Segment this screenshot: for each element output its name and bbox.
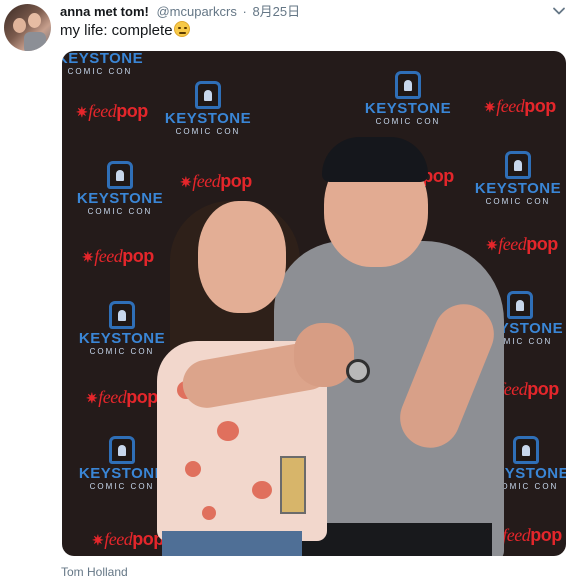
keystone-bell-icon xyxy=(107,161,133,189)
keystone-bell-icon xyxy=(513,436,539,464)
reedpop-logo: ✷feedpop xyxy=(92,529,164,550)
display-name[interactable]: anna met tom! xyxy=(60,4,149,19)
reedpop-pop-text: pop xyxy=(527,379,559,399)
comic-con-subtitle: COMIC CON xyxy=(89,347,155,356)
reedpop-feed-text: feed xyxy=(98,387,127,407)
keystone-comic-con-logo: KEYSTONECOMIC CON xyxy=(162,81,254,137)
tweet-text-body: my life: complete xyxy=(60,22,173,39)
reedpop-logo: ✷feedpop xyxy=(76,101,148,122)
keystone-wordmark: KEYSTONE xyxy=(164,110,252,127)
relieved-face-emoji-icon xyxy=(173,21,190,37)
keystone-comic-con-logo: KEYSTONECOMIC CON xyxy=(76,301,168,357)
reedpop-star-icon: ✷ xyxy=(92,532,104,548)
reedpop-feed-text: feed xyxy=(192,171,221,191)
tweet-date[interactable]: 8月25日 xyxy=(252,4,300,19)
reedpop-star-icon: ✷ xyxy=(486,237,498,253)
reedpop-star-icon: ✷ xyxy=(76,104,88,120)
tweet-header: anna met tom! @mcuparkcrs · 8月25日 xyxy=(60,3,583,21)
comic-con-subtitle: COMIC CON xyxy=(89,482,155,491)
keystone-wordmark: KEYSTONE xyxy=(76,190,164,207)
comic-con-subtitle: COMIC CON xyxy=(375,117,441,126)
reedpop-feed-text: feed xyxy=(94,246,123,266)
tweet-text: my life: complete xyxy=(60,21,190,41)
avatar[interactable] xyxy=(4,4,51,51)
floral-pattern xyxy=(252,481,272,499)
reedpop-feed-text: feed xyxy=(496,96,525,116)
reedpop-logo: ✷feedpop xyxy=(484,96,556,117)
keystone-bell-icon xyxy=(195,81,221,109)
keystone-comic-con-logo: KEYSTONECOMIC CON xyxy=(76,436,168,492)
user-handle[interactable]: @mcuparkcrs xyxy=(156,4,236,19)
lanyard-badge xyxy=(280,456,306,514)
reedpop-pop-text: pop xyxy=(122,246,154,266)
separator-dot: · xyxy=(242,4,247,19)
tagged-user-link[interactable]: Tom Holland xyxy=(61,565,128,579)
tweet-photo[interactable]: KEYSTONE COMIC CON KEYSTONE COMIC CON KEYSTO… xyxy=(62,51,566,556)
reedpop-pop-text: pop xyxy=(116,101,148,121)
keystone-comic-con-logo: KEYSTONECOMIC CON xyxy=(62,51,146,77)
man-pants xyxy=(302,523,492,556)
woman-face xyxy=(198,201,286,313)
keystone-bell-icon xyxy=(109,301,135,329)
keystone-bell-icon xyxy=(109,436,135,464)
reedpop-feed-text: feed xyxy=(498,234,527,254)
keystone-bell-icon xyxy=(507,291,533,319)
floral-pattern xyxy=(217,421,239,441)
comic-con-subtitle: COMIC CON xyxy=(87,207,153,216)
reedpop-feed-text: feed xyxy=(502,525,531,545)
reedpop-logo: ✷feedpop xyxy=(180,171,252,192)
man-black-cap xyxy=(322,137,428,182)
comic-con-subtitle: COMIC CON xyxy=(485,197,551,206)
keystone-wordmark: KEYSTONE xyxy=(474,180,562,197)
reedpop-logo: ✷feedpop xyxy=(86,387,158,408)
avatar-shirt xyxy=(24,32,46,51)
reedpop-star-icon: ✷ xyxy=(484,99,496,115)
keystone-comic-con-logo: KEYSTONECOMIC CON xyxy=(472,151,564,207)
reedpop-star-icon: ✷ xyxy=(86,390,98,406)
reedpop-feed-text: feed xyxy=(88,101,117,121)
keystone-wordmark: KEYSTONE xyxy=(78,465,166,482)
floral-pattern xyxy=(202,506,216,520)
reedpop-star-icon: ✷ xyxy=(82,249,94,265)
reedpop-feed-text: feed xyxy=(104,529,133,549)
reedpop-pop-text: pop xyxy=(530,525,562,545)
comic-con-subtitle: COMIC CON xyxy=(175,127,241,136)
reedpop-pop-text: pop xyxy=(524,96,556,116)
reedpop-logo: ✷feedpop xyxy=(486,234,558,255)
keystone-wordmark: KEYSTONE xyxy=(62,51,144,67)
keystone-bell-icon xyxy=(395,71,421,99)
reedpop-pop-text: pop xyxy=(220,171,252,191)
avatar-face-left xyxy=(13,18,26,33)
chevron-down-icon[interactable] xyxy=(552,4,566,18)
keystone-wordmark: KEYSTONE xyxy=(78,330,166,347)
keystone-comic-con-logo: KEYSTONECOMIC CON xyxy=(362,71,454,127)
reedpop-star-icon: ✷ xyxy=(180,174,192,190)
keystone-comic-con-logo: KEYSTONECOMIC CON xyxy=(74,161,166,217)
held-hands xyxy=(294,323,354,387)
reedpop-logo: ✷feedpop xyxy=(82,246,154,267)
wristwatch xyxy=(346,359,370,383)
reedpop-pop-text: pop xyxy=(526,234,558,254)
floral-pattern xyxy=(185,461,201,477)
avatar-face-right xyxy=(28,13,41,28)
keystone-wordmark: KEYSTONE xyxy=(364,100,452,117)
keystone-bell-icon xyxy=(505,151,531,179)
reedpop-pop-text: pop xyxy=(126,387,158,407)
comic-con-subtitle: COMIC CON xyxy=(67,67,133,76)
woman-jeans xyxy=(162,531,302,556)
